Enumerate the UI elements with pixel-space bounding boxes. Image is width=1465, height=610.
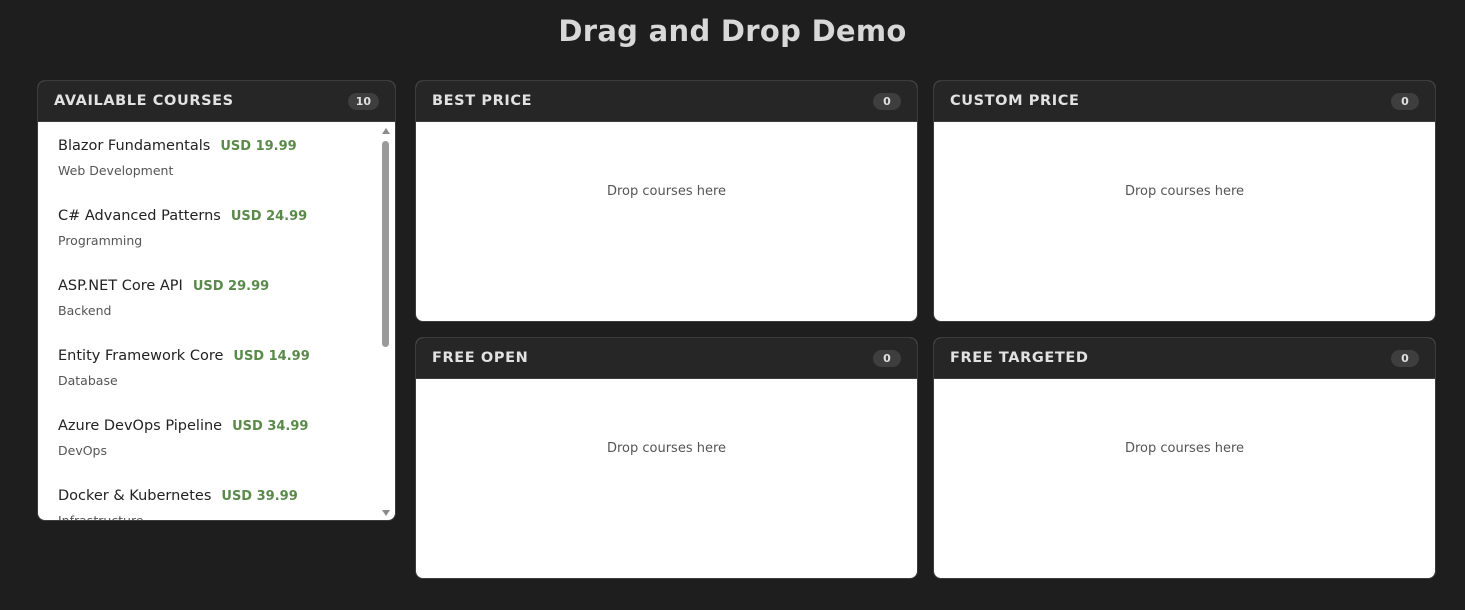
free-targeted-count-badge: 0 xyxy=(1391,349,1419,367)
available-courses-panel: AVAILABLE COURSES 10 Blazor Fundamentals… xyxy=(37,80,396,521)
course-name: ASP.NET Core API xyxy=(58,278,183,294)
course-list[interactable]: Blazor Fundamentals USD 19.99 Web Develo… xyxy=(38,122,395,521)
course-list-scrollbar[interactable] xyxy=(381,126,391,518)
drop-hint: Drop courses here xyxy=(606,184,727,199)
course-item[interactable]: Entity Framework Core USD 14.99 Database xyxy=(58,340,395,410)
course-price: USD 24.99 xyxy=(230,209,308,224)
free-targeted-panel: FREE TARGETED 0 Drop courses here xyxy=(933,337,1436,579)
course-category: Infrastructure xyxy=(58,513,144,521)
course-name: Docker & Kubernetes xyxy=(58,488,212,504)
scroll-down-arrow-icon[interactable] xyxy=(382,510,390,516)
scroll-thumb[interactable] xyxy=(382,141,389,347)
free-targeted-drop-zone[interactable]: Drop courses here xyxy=(934,379,1435,578)
free-open-drop-zone[interactable]: Drop courses here xyxy=(416,379,917,578)
course-price: USD 29.99 xyxy=(192,279,270,294)
course-category: Programming xyxy=(58,233,143,248)
drop-hint: Drop courses here xyxy=(1124,184,1245,199)
drop-hint: Drop courses here xyxy=(1124,441,1245,456)
course-category: Backend xyxy=(58,303,112,318)
course-price: USD 34.99 xyxy=(232,419,309,434)
free-open-header: FREE OPEN 0 xyxy=(416,338,917,379)
best-price-count-badge: 0 xyxy=(873,92,901,110)
free-open-panel: FREE OPEN 0 Drop courses here xyxy=(415,337,918,579)
course-item[interactable]: C# Advanced Patterns USD 24.99 Programmi… xyxy=(58,200,395,270)
course-price: USD 39.99 xyxy=(221,489,298,504)
course-price: USD 14.99 xyxy=(233,349,310,364)
custom-price-header: CUSTOM PRICE 0 xyxy=(934,81,1435,122)
course-name: Entity Framework Core xyxy=(58,348,224,364)
course-category: Database xyxy=(58,373,118,388)
course-category: Web Development xyxy=(58,163,174,178)
course-item[interactable]: Azure DevOps Pipeline USD 34.99 DevOps xyxy=(58,410,395,480)
available-courses-count-badge: 10 xyxy=(347,92,379,110)
available-courses-header: AVAILABLE COURSES 10 xyxy=(38,81,395,122)
custom-price-count-badge: 0 xyxy=(1391,92,1419,110)
scroll-up-arrow-icon[interactable] xyxy=(382,128,390,134)
free-targeted-title: FREE TARGETED xyxy=(950,350,1089,366)
free-open-title: FREE OPEN xyxy=(432,350,529,366)
course-item[interactable]: ASP.NET Core API USD 29.99 Backend xyxy=(58,270,395,340)
custom-price-title: CUSTOM PRICE xyxy=(950,93,1080,109)
available-courses-title: AVAILABLE COURSES xyxy=(54,93,234,109)
free-open-count-badge: 0 xyxy=(873,349,901,367)
best-price-panel: BEST PRICE 0 Drop courses here xyxy=(415,80,918,322)
course-price: USD 19.99 xyxy=(220,139,297,154)
custom-price-panel: CUSTOM PRICE 0 Drop courses here xyxy=(933,80,1436,322)
custom-price-drop-zone[interactable]: Drop courses here xyxy=(934,122,1435,321)
free-targeted-header: FREE TARGETED 0 xyxy=(934,338,1435,379)
best-price-header: BEST PRICE 0 xyxy=(416,81,917,122)
course-category: DevOps xyxy=(58,443,107,458)
page-title: Drag and Drop Demo xyxy=(558,14,907,48)
course-name: C# Advanced Patterns xyxy=(58,208,221,224)
best-price-title: BEST PRICE xyxy=(432,93,533,109)
course-name: Blazor Fundamentals xyxy=(58,138,211,154)
course-name: Azure DevOps Pipeline xyxy=(58,418,223,434)
course-item[interactable]: Docker & Kubernetes USD 39.99 Infrastruc… xyxy=(58,480,395,521)
drop-hint: Drop courses here xyxy=(606,441,727,456)
best-price-drop-zone[interactable]: Drop courses here xyxy=(416,122,917,321)
course-item[interactable]: Blazor Fundamentals USD 19.99 Web Develo… xyxy=(58,130,395,200)
